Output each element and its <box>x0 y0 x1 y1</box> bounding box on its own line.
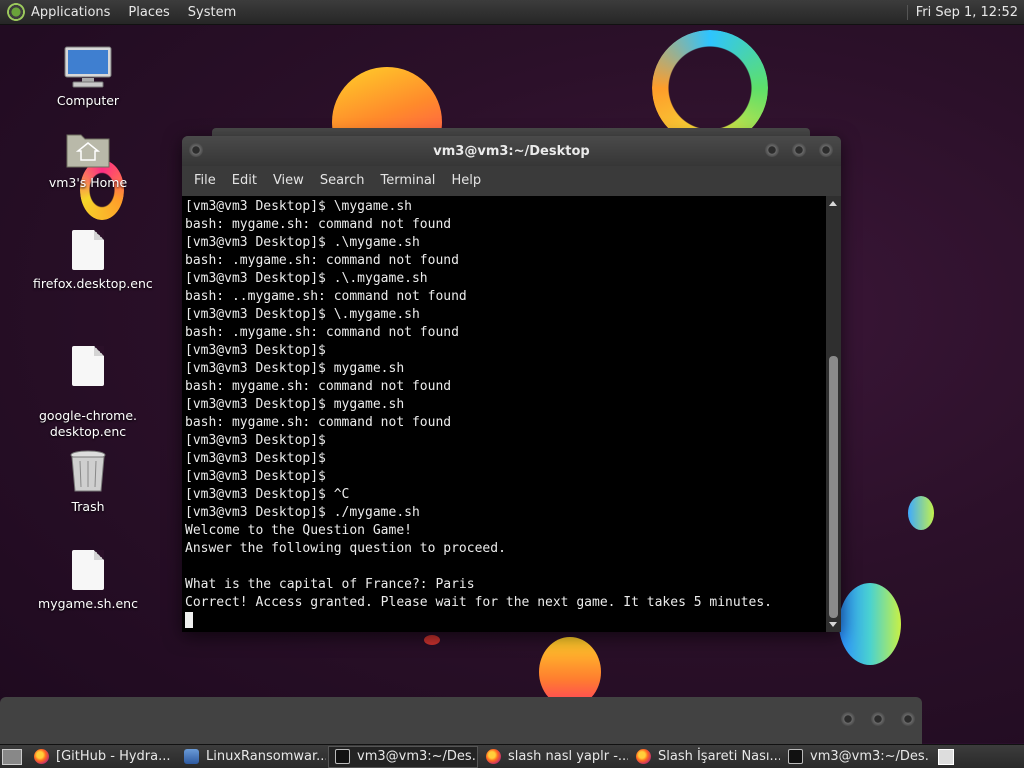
taskbar-item[interactable]: vm3@vm3:~/Des... <box>782 746 930 768</box>
terminal-line: bash: mygame.sh: command not found <box>185 217 452 232</box>
computer-icon <box>64 46 112 88</box>
wallpaper-blob <box>424 635 440 645</box>
terminal-line: [vm3@vm3 Desktop]$ <box>185 469 326 484</box>
desktop-icon-label: mygame.sh.enc <box>38 596 138 611</box>
terminal-line: [vm3@vm3 Desktop]$ mygame.sh <box>185 361 405 376</box>
terminal-line: [vm3@vm3 Desktop]$ .\.mygame.sh <box>185 271 428 286</box>
menu-file[interactable]: File <box>186 173 224 188</box>
terminal-menubar: File Edit View Search Terminal Help <box>182 166 841 194</box>
wallpaper-blob <box>839 583 901 665</box>
desktop-icon-trash[interactable]: Trash <box>33 449 143 515</box>
file-icon <box>72 230 104 270</box>
menu-system[interactable]: System <box>188 5 236 20</box>
file-icon <box>72 346 104 386</box>
terminal-line: Welcome to the Question Game! <box>185 523 412 538</box>
show-desktop-icon[interactable] <box>2 748 22 765</box>
taskbar-item[interactable]: Slash İşareti Nası... <box>630 746 780 768</box>
terminal-line: bash: .mygame.sh: command not found <box>185 253 459 268</box>
terminal-line: [vm3@vm3 Desktop]$ <box>185 343 326 358</box>
terminal-line: bash: .mygame.sh: command not found <box>185 325 459 340</box>
taskbar-item-label: LinuxRansomwar... <box>206 749 326 764</box>
window-titlebar[interactable]: vm3@vm3:~/Desktop <box>182 136 841 166</box>
window-title: vm3@vm3:~/Desktop <box>433 143 590 159</box>
desktop-icon-label: Trash <box>71 499 105 514</box>
window-menu-icon[interactable] <box>189 143 203 157</box>
menu-edit[interactable]: Edit <box>224 173 265 188</box>
maximize-button[interactable] <box>792 143 806 157</box>
desktop-icon-firefox-enc[interactable]: firefox.desktop.enc <box>33 230 153 292</box>
scroll-up-icon[interactable] <box>829 201 837 206</box>
taskbar: [GitHub - Hydra... LinuxRansomwar... vm3… <box>0 744 1024 768</box>
file-icon <box>72 550 104 590</box>
terminal-text: [vm3@vm3 Desktop]$ \mygame.sh bash: myga… <box>182 196 826 631</box>
terminal-output[interactable]: [vm3@vm3 Desktop]$ \mygame.sh bash: myga… <box>182 196 826 632</box>
workspace-switcher[interactable] <box>938 748 954 765</box>
menu-places[interactable]: Places <box>128 5 169 20</box>
scroll-down-icon[interactable] <box>829 622 837 627</box>
desktop-icon-label: Computer <box>56 93 120 108</box>
minimize-button[interactable] <box>765 143 779 157</box>
desktop-icon-label: google-chrome. desktop.enc <box>39 408 137 439</box>
taskbar-item[interactable]: LinuxRansomwar... <box>178 746 326 768</box>
home-folder-icon <box>66 134 110 168</box>
terminal-line: [vm3@vm3 Desktop]$ .\mygame.sh <box>185 235 420 250</box>
taskbar-item-label: [GitHub - Hydra... <box>56 749 171 764</box>
distro-logo-icon[interactable] <box>7 3 25 21</box>
top-panel: Applications Places System Fri Sep 1, 12… <box>0 0 1024 25</box>
clock[interactable]: Fri Sep 1, 12:52 <box>906 4 1018 20</box>
terminal-window[interactable]: vm3@vm3:~/Desktop File Edit View Search … <box>182 136 841 632</box>
taskbar-item-label: Slash İşareti Nası... <box>658 749 780 764</box>
app-icon <box>184 749 199 764</box>
terminal-line: [vm3@vm3 Desktop]$ \mygame.sh <box>185 199 412 214</box>
text-cursor <box>185 612 193 628</box>
taskbar-item[interactable]: [GitHub - Hydra... <box>28 746 176 768</box>
terminal-line: [vm3@vm3 Desktop]$ mygame.sh <box>185 397 405 412</box>
terminal-scrollbar[interactable] <box>826 196 841 632</box>
desktop-icon-chrome-enc[interactable]: google-chrome. desktop.enc <box>33 330 143 456</box>
taskbar-item-active[interactable]: vm3@vm3:~/Des... <box>328 745 478 768</box>
menu-view[interactable]: View <box>265 173 312 188</box>
desktop-icon-label: firefox.desktop.enc <box>33 276 153 291</box>
terminal-line: Correct! Access granted. Please wait for… <box>185 595 772 610</box>
taskbar-item-label: vm3@vm3:~/Des... <box>810 749 930 764</box>
terminal-line: Answer the following question to proceed… <box>185 541 506 556</box>
desktop-icon-computer[interactable]: Computer <box>33 45 143 109</box>
trash-icon <box>70 450 106 492</box>
terminal-line: [vm3@vm3 Desktop]$ ^C <box>185 487 350 502</box>
desktop-icon-label: vm3's Home <box>48 175 128 190</box>
terminal-line: [vm3@vm3 Desktop]$ <box>185 433 326 448</box>
terminal-line: [vm3@vm3 Desktop]$ <box>185 451 326 466</box>
firefox-icon <box>34 749 49 764</box>
terminal-icon <box>335 749 350 764</box>
close-button[interactable] <box>819 143 833 157</box>
terminal-icon <box>788 749 803 764</box>
scrollbar-thumb[interactable] <box>829 356 838 618</box>
firefox-icon <box>486 749 501 764</box>
close-button[interactable] <box>901 712 915 726</box>
taskbar-item-label: slash nasl yaplr -... <box>508 749 628 764</box>
terminal-line: What is the capital of France?: Paris <box>185 577 475 592</box>
terminal-line: bash: ..mygame.sh: command not found <box>185 289 467 304</box>
background-window-bottom[interactable] <box>0 697 922 745</box>
menu-help[interactable]: Help <box>443 173 489 188</box>
terminal-line: [vm3@vm3 Desktop]$ ./mygame.sh <box>185 505 420 520</box>
desktop-icon-home[interactable]: vm3's Home <box>33 129 143 191</box>
menu-search[interactable]: Search <box>312 173 373 188</box>
wallpaper-blob <box>908 496 934 530</box>
taskbar-item-label: vm3@vm3:~/Des... <box>357 749 478 764</box>
terminal-line: [vm3@vm3 Desktop]$ \.mygame.sh <box>185 307 420 322</box>
firefox-icon <box>636 749 651 764</box>
maximize-button[interactable] <box>871 712 885 726</box>
desktop-icon-mygame-enc[interactable]: mygame.sh.enc <box>33 550 143 612</box>
menu-terminal[interactable]: Terminal <box>372 173 443 188</box>
terminal-line: bash: mygame.sh: command not found <box>185 415 452 430</box>
menu-applications[interactable]: Applications <box>31 5 110 20</box>
taskbar-item[interactable]: slash nasl yaplr -... <box>480 746 628 768</box>
terminal-line: bash: mygame.sh: command not found <box>185 379 452 394</box>
minimize-button[interactable] <box>841 712 855 726</box>
